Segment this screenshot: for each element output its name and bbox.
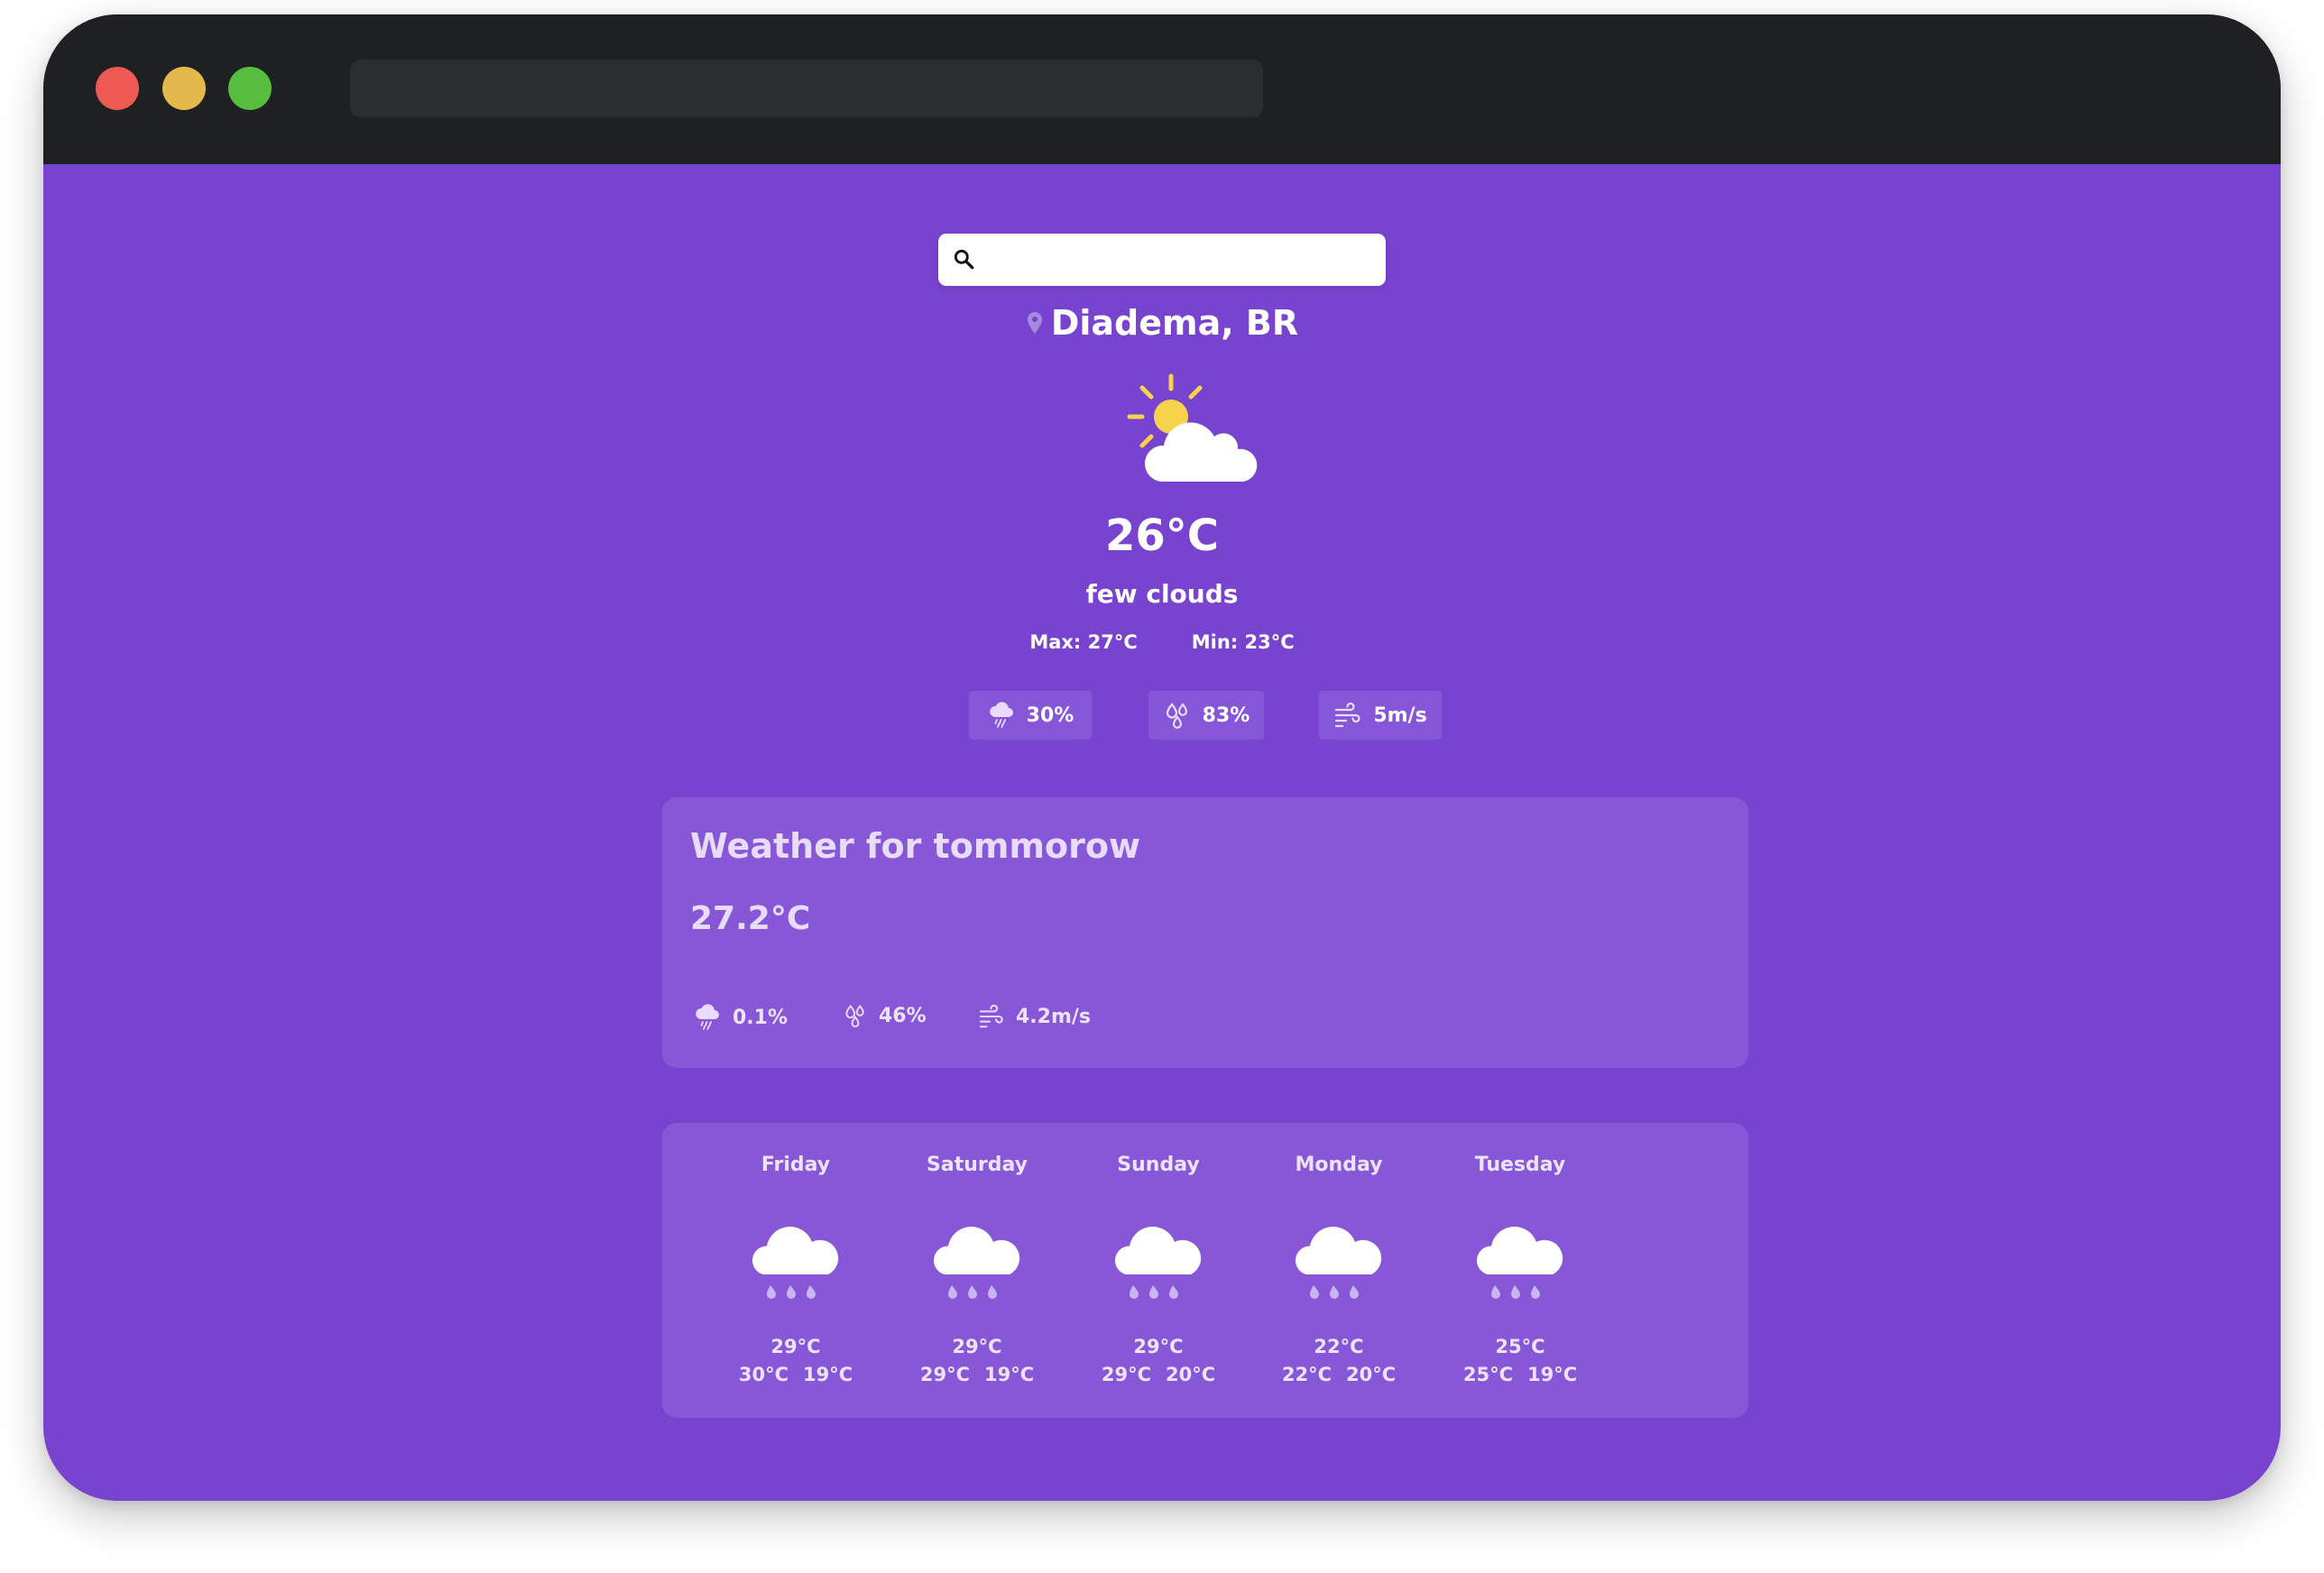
weather-app: Diadema, BR 26°C few clouds Max: 27°C Min… [43, 164, 2281, 1501]
minimize-window-button[interactable] [162, 67, 206, 110]
forecast-day-name: Tuesday [1474, 1154, 1566, 1176]
forecast-day: Tuesday 25°C 25°C 19°C [1452, 1123, 1588, 1418]
rain-cloud-icon [1470, 1211, 1571, 1312]
tomorrow-rain: 0.1% [693, 1003, 788, 1032]
wind-chip: 5m/s [1319, 691, 1442, 740]
rain-icon [987, 701, 1016, 730]
browser-window: Diadema, BR 26°C few clouds Max: 27°C Min… [43, 14, 2281, 1501]
tomorrow-card: Weather for tommorow 27.2°C 0.1% 46% 4.2… [662, 797, 1748, 1068]
min-max-temperature: Max: 27°C Min: 23°C [43, 631, 2281, 653]
rain-cloud-icon [927, 1211, 1028, 1312]
rain-icon [693, 1003, 722, 1032]
rain-chance-value: 30% [1026, 704, 1074, 727]
forecast-day: Friday 29°C 30°C 19°C [728, 1123, 863, 1418]
search-box[interactable] [938, 234, 1386, 286]
forecast-range: 30°C 19°C [728, 1364, 863, 1385]
forecast-range: 22°C 20°C [1271, 1364, 1406, 1385]
search-input[interactable] [987, 241, 1366, 279]
forecast-min: 19°C [803, 1364, 853, 1385]
forecast-max: 29°C [919, 1364, 970, 1385]
forecast-min: 19°C [1527, 1364, 1578, 1385]
forecast-max: 29°C [1101, 1364, 1151, 1385]
tomorrow-humidity: 46% [843, 1003, 927, 1028]
forecast-max: 30°C [738, 1364, 788, 1385]
forecast-day: Saturday 29°C 29°C 19°C [909, 1123, 1045, 1418]
close-window-button[interactable] [96, 67, 139, 110]
city-name: Diadema, BR [1050, 303, 1299, 343]
maximize-window-button[interactable] [228, 67, 272, 110]
weather-description: few clouds [1085, 579, 1239, 609]
forecast-temperature: 29°C [952, 1336, 1002, 1357]
forecast-card: Friday 29°C 30°C 19°C Saturday 29°C 29°C 1… [662, 1123, 1748, 1418]
wind-icon [1333, 701, 1362, 730]
forecast-range: 29°C 20°C [1091, 1364, 1226, 1385]
partly-cloudy-sun-icon [1127, 373, 1258, 482]
forecast-temperature: 25°C [1495, 1336, 1545, 1357]
current-temperature: 26°C [1104, 511, 1220, 561]
humidity-icon [843, 1003, 868, 1028]
window-titlebar [43, 14, 2281, 164]
rain-cloud-icon [745, 1211, 846, 1312]
tomorrow-rain-value: 0.1% [733, 1006, 788, 1029]
search-icon [954, 249, 974, 270]
tomorrow-temperature: 27.2°C [690, 900, 811, 937]
wind-icon [978, 1003, 1005, 1030]
max-temperature: Max: 27°C [1029, 631, 1138, 653]
location-title: Diadema, BR [43, 303, 2281, 343]
rain-cloud-icon [1108, 1211, 1209, 1312]
forecast-day: Sunday 29°C 29°C 20°C [1091, 1123, 1226, 1418]
rain-chance-chip: 30% [969, 691, 1092, 740]
forecast-day-name: Sunday [1117, 1154, 1200, 1176]
forecast-min: 20°C [1166, 1364, 1216, 1385]
location-pin-icon [1027, 312, 1042, 334]
rain-cloud-icon [1288, 1211, 1389, 1312]
forecast-temperature: 29°C [1133, 1336, 1184, 1357]
address-bar[interactable] [350, 60, 1263, 117]
forecast-day-name: Saturday [927, 1154, 1028, 1176]
humidity-value: 83% [1202, 704, 1250, 727]
humidity-chip: 83% [1148, 691, 1264, 740]
forecast-range: 29°C 19°C [909, 1364, 1045, 1385]
forecast-day-name: Friday [761, 1154, 831, 1176]
tomorrow-wind-value: 4.2m/s [1016, 1005, 1092, 1028]
forecast-day: Monday 22°C 22°C 20°C [1271, 1123, 1406, 1418]
forecast-range: 25°C 19°C [1452, 1364, 1588, 1385]
tomorrow-title: Weather for tommorow [690, 826, 1141, 866]
forecast-min: 19°C [984, 1364, 1035, 1385]
forecast-max: 25°C [1462, 1364, 1513, 1385]
humidity-icon [1163, 701, 1192, 730]
forecast-temperature: 29°C [770, 1336, 821, 1357]
tomorrow-wind: 4.2m/s [978, 1003, 1091, 1030]
min-temperature: Min: 23°C [1191, 631, 1295, 653]
tomorrow-humidity-value: 46% [879, 1004, 927, 1027]
forecast-min: 20°C [1346, 1364, 1397, 1385]
forecast-temperature: 22°C [1314, 1336, 1364, 1357]
wind-value: 5m/s [1373, 704, 1427, 727]
forecast-day-name: Monday [1295, 1154, 1383, 1176]
forecast-max: 22°C [1281, 1364, 1332, 1385]
